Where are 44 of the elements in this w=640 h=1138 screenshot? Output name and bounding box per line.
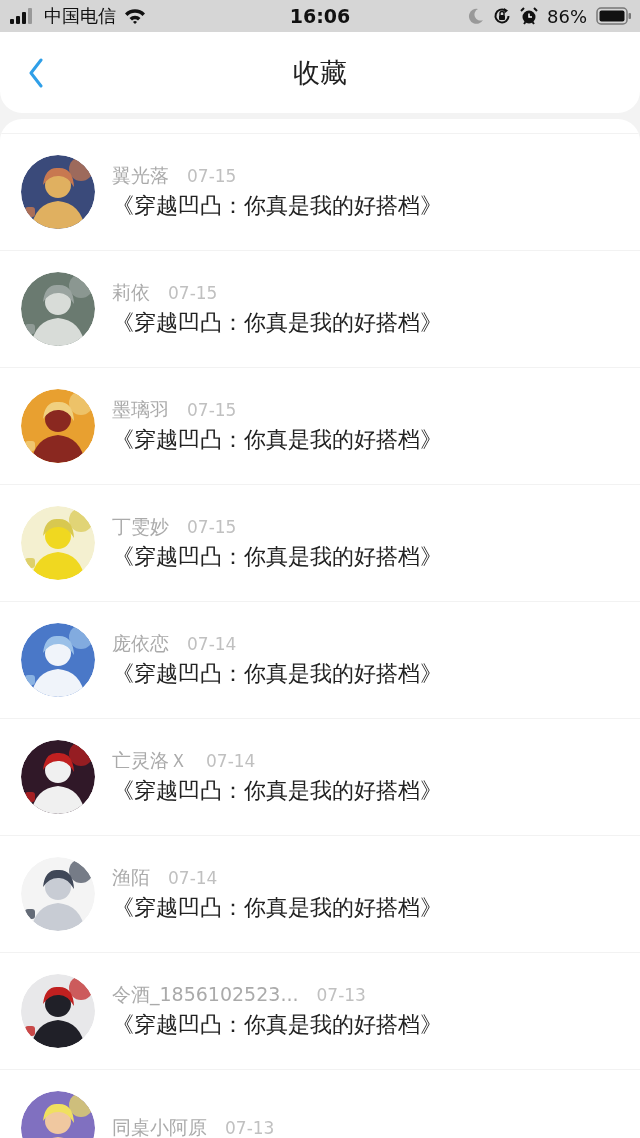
page-title: 收藏 <box>293 55 347 90</box>
rotation-lock-icon <box>493 7 511 25</box>
user-name: 令酒_1856102523... <box>112 982 299 1008</box>
post-date: 07-15 <box>187 400 237 420</box>
clock-time: 16:06 <box>289 5 351 27</box>
work-title: 《穿越凹凸：你真是我的好搭档》 <box>112 543 442 571</box>
work-title: 《穿越凹凸：你真是我的好搭档》 <box>112 894 442 922</box>
favorite-item[interactable]: 墨璃羽 07-15 《穿越凹凸：你真是我的好搭档》 <box>0 367 640 484</box>
user-name: 莉依 <box>112 280 150 305</box>
wifi-icon <box>124 8 146 24</box>
favorite-item[interactable]: 亡灵洛Ｘ 07-14 《穿越凹凸：你真是我的好搭档》 <box>0 718 640 835</box>
favorite-item[interactable]: 渔陌 07-14 《穿越凹凸：你真是我的好搭档》 <box>0 835 640 952</box>
post-date: 07-13 <box>316 985 366 1005</box>
post-date: 07-14 <box>168 868 218 888</box>
battery-icon <box>596 7 632 25</box>
user-name: 丁雯妙 <box>112 514 169 539</box>
work-title: 《穿越凹凸：你真是我的好搭档》 <box>112 426 442 454</box>
work-title: 《穿越凹凸：你真是我的好搭档》 <box>112 192 442 220</box>
post-date: 07-15 <box>168 283 218 303</box>
user-name: 翼光落 <box>112 163 169 188</box>
carrier-name: 中国电信 <box>44 4 116 28</box>
user-name: 渔陌 <box>112 865 150 890</box>
post-date: 07-15 <box>187 166 237 186</box>
favorite-item[interactable]: 令酒_1856102523... 07-13 《穿越凹凸：你真是我的好搭档》 <box>0 952 640 1069</box>
post-date: 07-15 <box>187 517 237 537</box>
favorite-item[interactable]: 庞依恋 07-14 《穿越凹凸：你真是我的好搭档》 <box>0 601 640 718</box>
work-title: 《穿越凹凸：你真是我的好搭档》 <box>112 1011 442 1039</box>
post-date: 07-14 <box>187 634 237 654</box>
battery-percent: 86% <box>547 5 587 27</box>
back-chevron-icon <box>28 57 44 88</box>
post-date: 07-13 <box>225 1118 275 1138</box>
work-title: 《穿越凹凸：你真是我的好搭档》 <box>112 660 442 688</box>
favorite-item[interactable]: 丁雯妙 07-15 《穿越凹凸：你真是我的好搭档》 <box>0 484 640 601</box>
user-name: 庞依恋 <box>112 631 169 656</box>
user-name: 亡灵洛Ｘ <box>112 748 188 773</box>
work-title: 《穿越凹凸：你真是我的好搭档》 <box>112 777 442 805</box>
user-name: 墨璃羽 <box>112 397 169 422</box>
post-date: 07-14 <box>206 751 256 771</box>
favorite-item[interactable]: 翼光落 07-15 《穿越凹凸：你真是我的好搭档》 <box>0 133 640 250</box>
work-title: 《穿越凹凸：你真是我的好搭档》 <box>112 309 442 337</box>
favorite-item[interactable]: 莉依 07-15 《穿越凹凸：你真是我的好搭档》 <box>0 250 640 367</box>
alarm-clock-icon <box>520 7 538 25</box>
user-name: 同桌小阿原 <box>112 1115 207 1138</box>
moon-icon <box>468 8 484 24</box>
